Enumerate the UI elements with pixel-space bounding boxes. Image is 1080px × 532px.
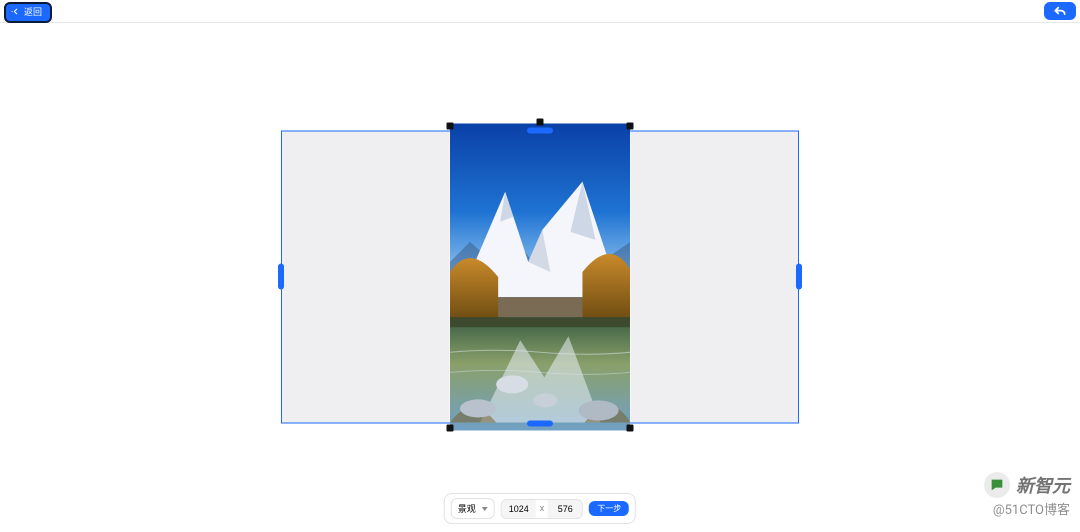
image-handle-top-right[interactable]: [627, 122, 634, 129]
aspect-preset-label: 景观: [458, 502, 476, 515]
next-step-label: 下一步: [597, 504, 621, 513]
dimension-separator: x: [536, 504, 548, 514]
chat-icon: [984, 472, 1010, 498]
bottom-toolbar: 景观 x 下一步: [444, 493, 636, 524]
image-handle-top-left[interactable]: [446, 122, 453, 129]
crop-handle-bottom[interactable]: [527, 420, 553, 426]
crop-selection[interactable]: [281, 130, 799, 423]
image-handle-bottom-left[interactable]: [446, 424, 453, 431]
arrow-left-icon: [11, 7, 20, 18]
watermark-brand-text: 新智元: [1016, 472, 1070, 498]
back-button[interactable]: 返回: [4, 2, 52, 23]
chevron-down-icon: [482, 507, 488, 511]
aspect-preset-select[interactable]: 景观: [451, 498, 495, 519]
top-toolbar: 返回: [0, 0, 1080, 23]
image-handle-bottom-right[interactable]: [627, 424, 634, 431]
crop-handle-right[interactable]: [796, 264, 802, 290]
watermark-subtext: @51CTO博客: [993, 499, 1070, 518]
canvas-stage: [281, 130, 799, 423]
height-input[interactable]: [548, 500, 582, 518]
watermark-brand: 新智元: [984, 472, 1070, 498]
dimension-group: x: [501, 499, 583, 519]
next-step-button[interactable]: 下一步: [589, 501, 629, 517]
undo-icon: [1053, 5, 1067, 17]
image-preview: [450, 123, 631, 430]
crop-handle-left[interactable]: [278, 264, 284, 290]
mountain-lake-image: [450, 123, 631, 430]
undo-button[interactable]: [1044, 2, 1076, 20]
back-button-label: 返回: [24, 8, 42, 17]
width-input[interactable]: [502, 500, 536, 518]
crop-handle-top[interactable]: [527, 127, 553, 133]
image-handle-top-center[interactable]: [537, 118, 544, 125]
